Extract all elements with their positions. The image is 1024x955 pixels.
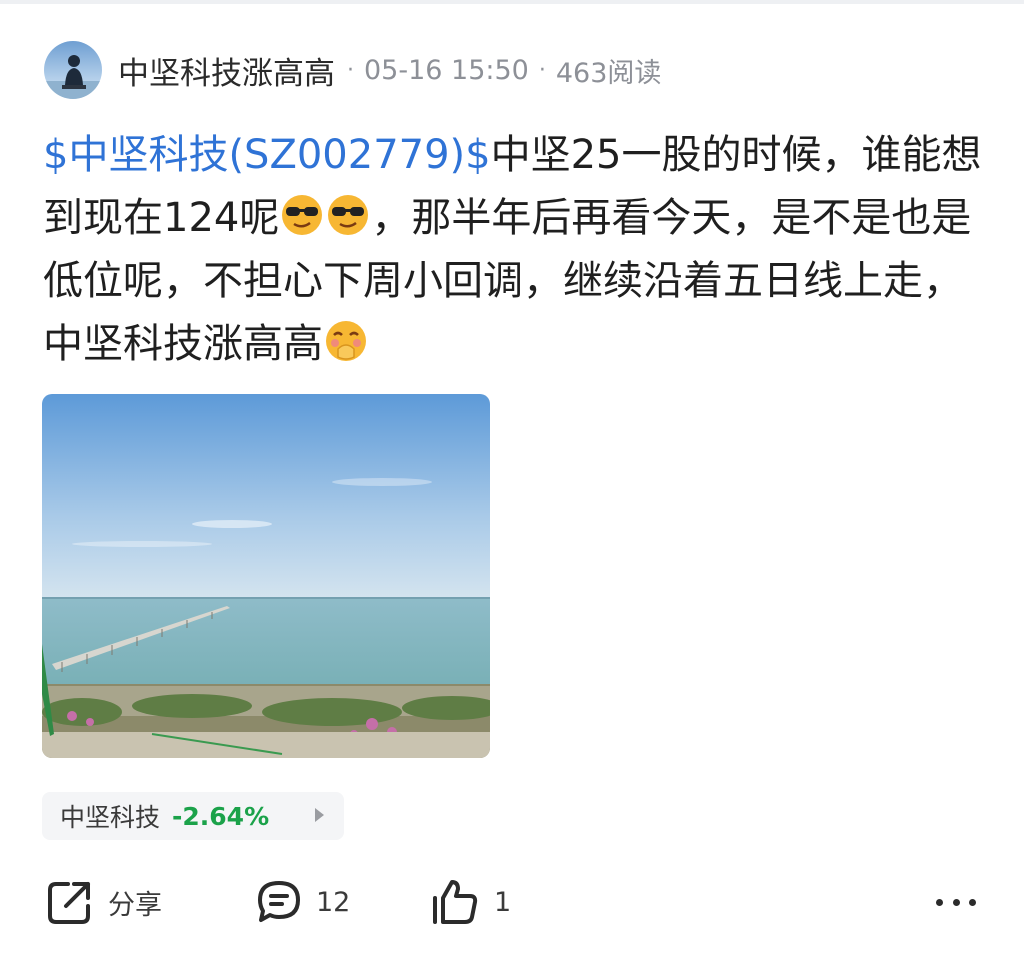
comment-icon: [258, 881, 300, 922]
post-time: 05-16 15:50: [364, 54, 529, 86]
meta-separator: ·: [538, 57, 546, 83]
chevron-right-icon: [315, 808, 324, 822]
post-photo[interactable]: [42, 394, 490, 758]
share-icon: [48, 882, 90, 924]
sunglasses-emoji-icon: [282, 195, 323, 235]
action-bar: 分享 12 1: [0, 872, 1024, 932]
like-button[interactable]: 1: [430, 872, 511, 932]
sunglasses-emoji-icon: [328, 195, 369, 235]
hand-over-mouth-emoji-icon: [326, 321, 366, 361]
comment-button[interactable]: 12: [256, 872, 350, 932]
post-header: 中坚科技涨高高 · 05-16 15:50 · 463阅读: [44, 40, 661, 100]
post-meta: · 05-16 15:50 · 463阅读: [347, 51, 661, 90]
avatar[interactable]: [44, 41, 102, 99]
more-options-icon[interactable]: [936, 882, 976, 922]
post-content: $中坚科技(SZ002779)$中坚25一股的时候，谁能想到现在124呢 ，那半…: [43, 124, 983, 376]
thumbs-up-icon: [433, 880, 478, 924]
read-count: 463阅读: [555, 57, 662, 89]
share-label: 分享: [108, 889, 162, 921]
like-count: 1: [494, 886, 512, 918]
stock-chip-name: 中坚科技: [60, 803, 161, 832]
author-name[interactable]: 中坚科技涨高高: [118, 48, 335, 93]
stock-chip[interactable]: 中坚科技 -2.64%: [42, 792, 344, 840]
top-divider: [0, 0, 1024, 4]
comment-count: 12: [316, 886, 351, 918]
meta-separator: ·: [347, 57, 354, 83]
stock-link[interactable]: $中坚科技(SZ002779)$: [43, 132, 491, 178]
share-button[interactable]: 分享: [46, 872, 162, 932]
stock-chip-change: -2.64%: [172, 801, 270, 831]
